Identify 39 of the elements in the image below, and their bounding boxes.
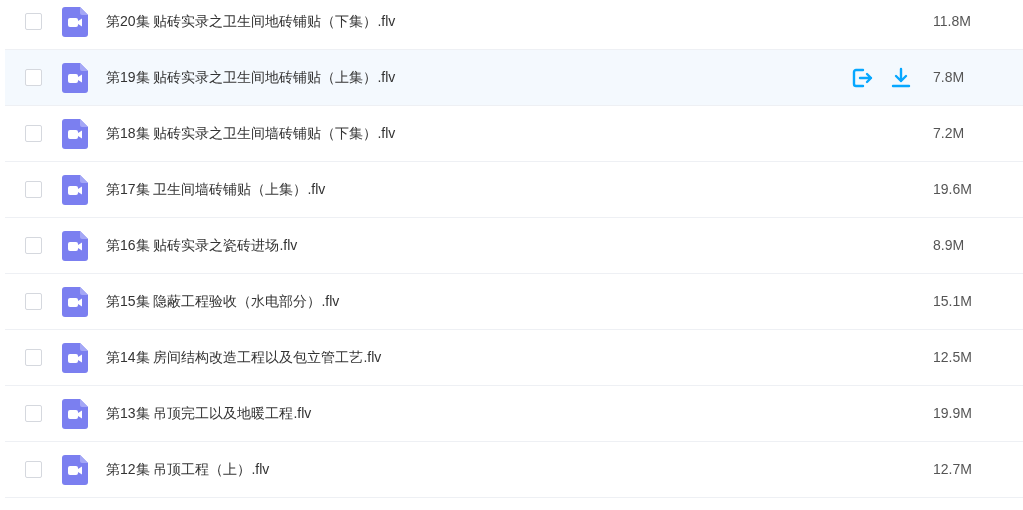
checkbox[interactable] bbox=[25, 181, 42, 198]
video-file-icon bbox=[62, 454, 88, 485]
file-size: 15.1M bbox=[933, 292, 973, 311]
file-name[interactable]: 第17集 卫生间墙砖铺贴（上集）.flv bbox=[106, 179, 326, 200]
file-size: 19.9M bbox=[933, 404, 973, 423]
file-size: 19.6M bbox=[933, 180, 973, 199]
video-file-icon bbox=[62, 6, 88, 37]
file-name[interactable]: 第15集 隐蔽工程验收（水电部分）.flv bbox=[106, 291, 340, 312]
checkbox[interactable] bbox=[25, 293, 42, 310]
file-name[interactable]: 第14集 房间结构改造工程以及包立管工艺.flv bbox=[106, 347, 382, 368]
video-file-icon bbox=[62, 230, 88, 261]
checkbox[interactable] bbox=[25, 69, 42, 86]
video-file-icon bbox=[62, 398, 88, 429]
file-name[interactable]: 第13集 吊顶完工以及地暖工程.flv bbox=[106, 403, 312, 424]
share-icon[interactable] bbox=[851, 66, 873, 89]
file-size: 7.2M bbox=[933, 124, 966, 143]
file-size: 7.8M bbox=[933, 68, 966, 87]
video-file-icon bbox=[62, 62, 88, 93]
file-name[interactable]: 第19集 贴砖实录之卫生间地砖铺贴（上集）.flv bbox=[106, 67, 396, 88]
checkbox[interactable] bbox=[25, 461, 42, 478]
file-size: 12.7M bbox=[933, 460, 973, 479]
checkbox[interactable] bbox=[25, 349, 42, 366]
video-file-icon bbox=[62, 118, 88, 149]
file-name[interactable]: 第16集 贴砖实录之瓷砖进场.flv bbox=[106, 235, 298, 256]
checkbox[interactable] bbox=[25, 13, 42, 30]
checkbox[interactable] bbox=[25, 237, 42, 254]
checkbox[interactable] bbox=[25, 125, 42, 142]
file-name[interactable]: 第18集 贴砖实录之卫生间墙砖铺贴（下集）.flv bbox=[106, 123, 396, 144]
checkbox[interactable] bbox=[25, 405, 42, 422]
file-size: 8.9M bbox=[933, 236, 966, 255]
video-file-icon bbox=[62, 342, 88, 373]
file-name[interactable]: 第12集 吊顶工程（上）.flv bbox=[106, 459, 270, 480]
download-icon[interactable] bbox=[891, 66, 911, 89]
file-size: 12.5M bbox=[933, 348, 973, 367]
file-row[interactable]: 第19集 贴砖实录之卫生间地砖铺贴（上集）.flv 7.8M bbox=[5, 50, 1023, 106]
file-name[interactable]: 第20集 贴砖实录之卫生间地砖铺贴（下集）.flv bbox=[106, 11, 396, 32]
file-size: 11.8M bbox=[933, 12, 972, 31]
video-file-icon bbox=[62, 174, 88, 205]
video-file-icon bbox=[62, 286, 88, 317]
